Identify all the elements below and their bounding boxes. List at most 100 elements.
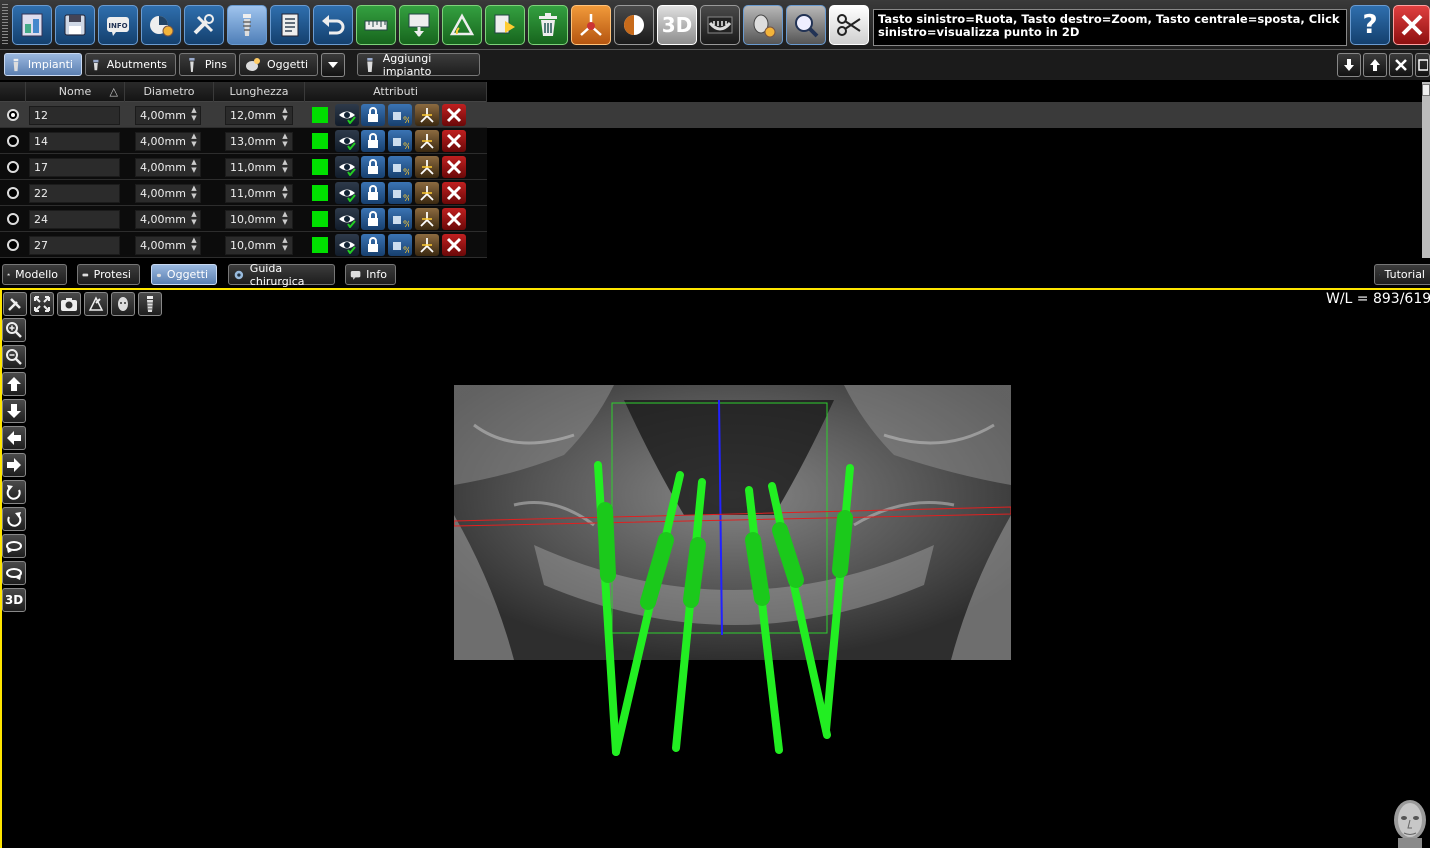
view-3d-button[interactable]: 3D <box>657 5 697 45</box>
length-stepper[interactable]: ▲ ▼ <box>280 184 290 203</box>
pan-right-button[interactable] <box>2 453 26 477</box>
view-3d-toggle-button[interactable]: 3D <box>2 588 26 612</box>
row-select-radio[interactable] <box>7 187 19 199</box>
tab-protesi[interactable]: Protesi <box>77 264 140 285</box>
implant-color-swatch[interactable] <box>312 107 328 123</box>
face-view-button[interactable] <box>111 292 135 316</box>
diameter-stepper[interactable]: ▲ ▼ <box>189 236 199 255</box>
implant-color-swatch[interactable] <box>312 211 328 227</box>
density-button[interactable]: % <box>388 130 412 152</box>
length-stepper[interactable]: ▲ ▼ <box>280 106 290 125</box>
diameter-stepper[interactable]: ▲ ▼ <box>189 158 199 177</box>
visibility-toggle[interactable] <box>335 156 359 178</box>
length-stepper[interactable]: ▲ ▼ <box>280 158 290 177</box>
lock-toggle[interactable] <box>361 182 385 204</box>
report-button[interactable] <box>270 5 310 45</box>
info-button[interactable]: INFO <box>98 5 138 45</box>
implant-color-swatch[interactable] <box>312 133 328 149</box>
density-button[interactable]: % <box>388 208 412 230</box>
header-diametro[interactable]: Diametro <box>125 82 214 102</box>
density-button[interactable]: % <box>388 104 412 126</box>
implant-color-swatch[interactable] <box>312 159 328 175</box>
table-row[interactable]: 244,00mm▲▼10,0mm▲▼% <box>0 206 487 232</box>
row-select-radio[interactable] <box>7 213 19 225</box>
implant-color-swatch[interactable] <box>312 185 328 201</box>
visibility-toggle[interactable] <box>335 182 359 204</box>
row-select-radio[interactable] <box>7 161 19 173</box>
implant-name-field[interactable]: 14 <box>29 132 120 151</box>
close-button[interactable] <box>1393 5 1430 45</box>
fit-view-button[interactable] <box>30 292 54 316</box>
implant-name-field[interactable]: 17 <box>29 158 120 177</box>
maximize-button[interactable] <box>1415 53 1430 77</box>
view-tools-button[interactable] <box>3 292 27 316</box>
tools-button[interactable] <box>184 5 224 45</box>
pan-up-button[interactable] <box>2 372 26 396</box>
length-stepper[interactable]: ▲ ▼ <box>280 236 290 255</box>
density-button[interactable]: % <box>388 234 412 256</box>
lock-toggle[interactable] <box>361 104 385 126</box>
table-row[interactable]: 124,00mm▲▼12,0mm▲▼% <box>0 102 487 128</box>
header-lunghezza[interactable]: Lunghezza <box>214 82 305 102</box>
delete-implant-button[interactable] <box>442 182 466 204</box>
lock-toggle[interactable] <box>361 208 385 230</box>
lock-toggle[interactable] <box>361 156 385 178</box>
tab-info[interactable]: Info <box>345 264 396 285</box>
move-down-button[interactable] <box>1337 53 1361 77</box>
delete-implant-button[interactable] <box>442 130 466 152</box>
implant-button[interactable] <box>227 5 267 45</box>
move-up-button[interactable] <box>1363 53 1387 77</box>
implant-axes-button[interactable] <box>415 130 439 152</box>
lock-toggle[interactable] <box>361 234 385 256</box>
settings-chart-button[interactable] <box>141 5 181 45</box>
help-button[interactable]: ? <box>1350 5 1390 45</box>
table-scrollbar[interactable] <box>1422 82 1430 258</box>
density-button[interactable]: % <box>388 182 412 204</box>
tab-view-oggetti[interactable]: Oggetti <box>151 264 217 285</box>
tab-oggetti[interactable]: Oggetti <box>239 53 318 76</box>
cut-button[interactable] <box>829 5 869 45</box>
panoramic-button[interactable] <box>700 5 740 45</box>
contrast-button[interactable] <box>614 5 654 45</box>
sculpt-button[interactable] <box>84 292 108 316</box>
face-settings-button[interactable] <box>743 5 783 45</box>
add-implant-button[interactable]: Aggiungi impianto <box>357 52 480 78</box>
delete-button[interactable] <box>528 5 568 45</box>
zoom-out-button[interactable] <box>2 345 26 369</box>
tab-tutorial[interactable]: ? Tutorial <box>1374 264 1430 285</box>
delete-implant-button[interactable] <box>442 156 466 178</box>
implant-name-field[interactable]: 22 <box>29 184 120 203</box>
measure-button[interactable] <box>356 5 396 45</box>
tab-guida-chirurgica[interactable]: Guida chirurgica <box>228 262 335 288</box>
implant-axes-button[interactable] <box>415 208 439 230</box>
export-button[interactable] <box>485 5 525 45</box>
table-row[interactable]: 144,00mm▲▼13,0mm▲▼% <box>0 128 487 154</box>
implant-axes-button[interactable] <box>415 234 439 256</box>
visibility-toggle[interactable] <box>335 234 359 256</box>
zoom-in-button[interactable] <box>2 318 26 342</box>
undo-button[interactable] <box>313 5 353 45</box>
angle-button[interactable] <box>442 5 482 45</box>
orbit-right-button[interactable] <box>2 561 26 585</box>
tab-abutments[interactable]: Abutments <box>85 53 176 76</box>
new-project-button[interactable] <box>12 5 52 45</box>
pan-left-button[interactable] <box>2 426 26 450</box>
tab-modello[interactable]: Modello <box>2 264 67 285</box>
rotate-ccw-button[interactable] <box>2 480 26 504</box>
header-attributi[interactable]: Attributi <box>305 82 487 102</box>
delete-implant-button[interactable] <box>442 234 466 256</box>
axes-button[interactable] <box>571 5 611 45</box>
annotation-button[interactable] <box>399 5 439 45</box>
implant-name-field[interactable]: 12 <box>29 106 120 125</box>
diameter-stepper[interactable]: ▲ ▼ <box>189 184 199 203</box>
diameter-stepper[interactable]: ▲ ▼ <box>189 210 199 229</box>
density-button[interactable]: % <box>388 156 412 178</box>
row-select-radio[interactable] <box>7 239 19 251</box>
screenshot-button[interactable] <box>57 292 81 316</box>
table-row[interactable]: 174,00mm▲▼11,0mm▲▼% <box>0 154 487 180</box>
orientation-head-icon[interactable] <box>1390 798 1430 848</box>
header-nome[interactable]: Nome △ <box>26 82 125 102</box>
implant-color-swatch[interactable] <box>312 237 328 253</box>
pan-down-button[interactable] <box>2 399 26 423</box>
length-stepper[interactable]: ▲ ▼ <box>280 210 290 229</box>
